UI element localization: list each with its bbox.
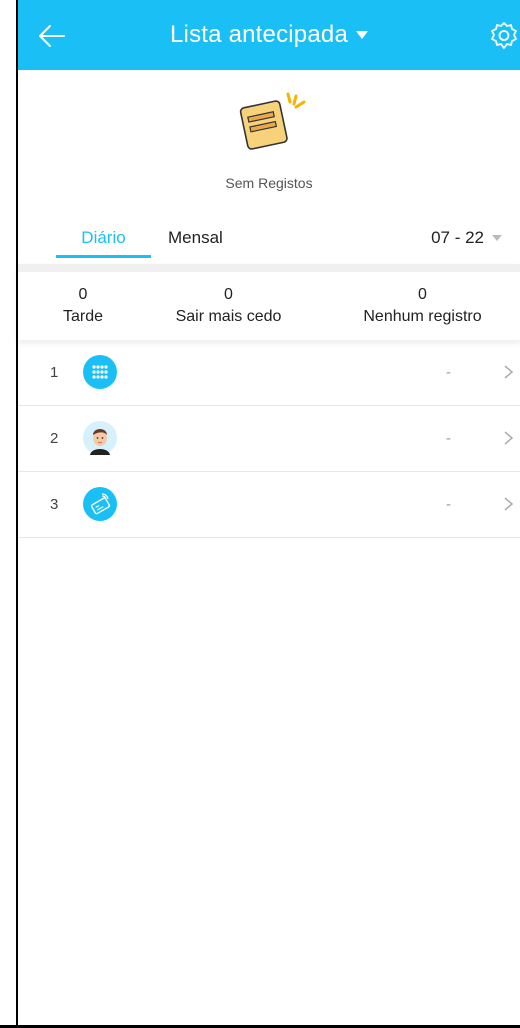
row-value: - xyxy=(446,364,451,381)
stat-early-leave-value: 0 xyxy=(224,286,233,303)
active-tab-underline xyxy=(56,255,151,258)
date-value: 07 - 22 xyxy=(431,228,484,247)
row-value: - xyxy=(446,496,451,513)
stats-panel: 0 Tarde 0 Sair mais cedo 0 Nenhum regist… xyxy=(18,264,520,340)
row-value: - xyxy=(446,430,451,447)
top-bar: Lista antecipada xyxy=(18,0,520,70)
chevron-right-icon xyxy=(504,497,514,511)
stat-early-leave-label: Sair mais cedo xyxy=(175,308,282,325)
gear-icon[interactable] xyxy=(488,20,520,52)
page-title: Lista antecipada xyxy=(170,21,348,48)
caret-down-icon xyxy=(356,31,368,39)
tab-monthly-label: Mensal xyxy=(168,228,223,247)
empty-state-text: Sem Registos xyxy=(225,175,313,191)
date-selector[interactable]: 07 - 22 xyxy=(431,218,502,258)
tab-bar: Diário Mensal 07 - 22 xyxy=(18,218,520,258)
tab-monthly[interactable]: Mensal xyxy=(168,218,223,258)
keypad-icon xyxy=(83,355,117,389)
list-item[interactable]: 2 - xyxy=(18,406,520,472)
row-index: 1 xyxy=(50,364,59,381)
list-item[interactable]: 1 - xyxy=(18,340,520,406)
chevron-right-icon xyxy=(504,365,514,379)
stat-no-record-label: Nenhum registro xyxy=(363,308,482,325)
tab-daily-label: Diário xyxy=(81,228,126,247)
record-list: 1 - 2 - 3 - xyxy=(18,340,520,538)
row-index: 2 xyxy=(50,430,59,447)
stat-late-label: Tarde xyxy=(62,308,104,325)
face-avatar-icon xyxy=(83,421,117,455)
screen: Lista antecipada Sem Registos Diário Men… xyxy=(18,0,520,1025)
chevron-down-icon xyxy=(492,235,502,241)
empty-notes-icon xyxy=(239,92,306,150)
left-border xyxy=(0,0,18,1028)
stat-no-record[interactable]: 0 Nenhum registro xyxy=(350,284,495,328)
row-index: 3 xyxy=(50,496,59,513)
tab-daily[interactable]: Diário xyxy=(56,218,151,258)
list-item[interactable]: 3 - xyxy=(18,472,520,538)
chevron-right-icon xyxy=(504,431,514,445)
title-dropdown[interactable]: Lista antecipada xyxy=(18,0,520,70)
stat-early-leave[interactable]: 0 Sair mais cedo xyxy=(166,284,291,328)
stat-late-value: 0 xyxy=(78,286,88,303)
card-swipe-icon xyxy=(83,487,117,521)
stat-late[interactable]: 0 Tarde xyxy=(48,284,118,328)
stat-no-record-value: 0 xyxy=(418,286,427,303)
